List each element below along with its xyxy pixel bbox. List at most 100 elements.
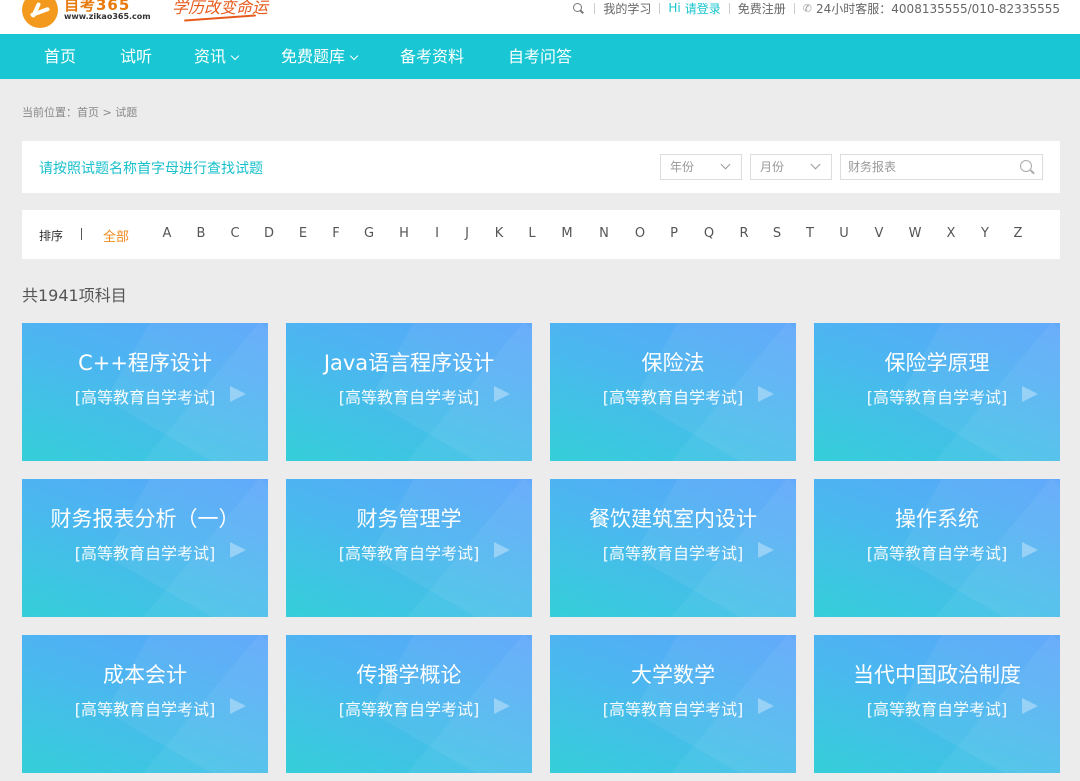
subject-card[interactable]: 保险学原理 [高等教育自学考试] [814,323,1060,461]
subject-card[interactable]: 传播学概论 [高等教育自学考试] [286,635,532,773]
letter-h[interactable]: H [394,226,414,241]
letter-r[interactable]: R [734,226,754,241]
subject-count: 共1941项科目 [22,286,127,305]
nav-item-question-bank[interactable]: 免费题库 [281,34,359,79]
hi-text: Hi [668,1,681,15]
letter-i[interactable]: I [427,226,447,241]
main-nav: 首页 试听 资讯 免费题库 备考资料 自考问答 [0,34,1080,79]
subject-title: 当代中国政治制度 [853,663,1021,687]
subject-title: 传播学概论 [356,663,462,687]
top-bar: 自考365 www.zikao365.com 学历改变命运 我的学习 Hi 请登… [0,0,1080,34]
subject-title: 财务管理学 [356,507,462,531]
chevron-down-icon [720,159,731,170]
subject-title: C++程序设计 [78,351,212,375]
subject-title: 保险法 [641,351,705,375]
play-icon [230,386,246,402]
nav-label: 免费题库 [281,47,346,66]
search-input[interactable]: 财务报表 [840,154,1043,180]
letter-all[interactable]: 全部 [101,226,131,245]
letter-v[interactable]: V [869,226,889,241]
login-link[interactable]: 请登录 [685,0,721,17]
nav-label: 自考问答 [508,47,573,66]
subject-card[interactable]: 成本会计 [高等教育自学考试] [22,635,268,773]
play-icon [230,698,246,714]
year-select[interactable]: 年份 [660,154,742,180]
letter-l[interactable]: L [522,226,542,241]
nav-label: 首页 [44,47,77,66]
subject-title: 餐饮建筑室内设计 [589,507,757,531]
subject-card[interactable]: 当代中国政治制度 [高等教育自学考试] [814,635,1060,773]
subject-card[interactable]: Java语言程序设计 [高等教育自学考试] [286,323,532,461]
letter-z[interactable]: Z [1008,226,1028,241]
letter-u[interactable]: U [834,226,854,241]
search-icon[interactable] [1020,160,1034,174]
top-links: 我的学习 Hi 请登录 免费注册 ✆ 24小时客服：4008135555/010… [572,0,1060,16]
chevron-down-icon [230,51,240,61]
subject-title: 大学数学 [631,663,715,687]
letter-c[interactable]: C [225,226,245,241]
letter-d[interactable]: D [259,226,279,241]
subject-card[interactable]: 保险法 [高等教育自学考试] [550,323,796,461]
play-icon [1022,698,1038,714]
divider [594,2,596,14]
filter-bar: 请按照试题名称首字母进行查找试题 年份 月份 财务报表 [22,141,1060,193]
subject-title: 成本会计 [103,663,187,687]
letter-filter-bar: 排序 全部 ABCDEFGHIJKLM N OPQRSTUV W XYZ [22,210,1060,259]
logo-icon[interactable] [22,0,58,28]
play-icon [494,542,510,558]
letter-t[interactable]: T [800,226,820,241]
letter-n[interactable]: N [594,226,614,241]
letter-m[interactable]: M [557,226,577,241]
subject-title: 保险学原理 [884,351,990,375]
filter-title: 请按照试题名称首字母进行查找试题 [39,161,263,177]
play-icon [494,698,510,714]
subject-title: 财务报表分析（一） [50,507,240,531]
play-icon [1022,386,1038,402]
service-hotline: 24小时客服：4008135555/010-82335555 [816,1,1060,16]
letter-j[interactable]: J [457,226,477,241]
letter-k[interactable]: K [489,226,509,241]
month-select[interactable]: 月份 [750,154,832,180]
year-select-label: 年份 [670,160,695,174]
letter-p[interactable]: P [664,226,684,241]
letter-q[interactable]: Q [699,226,719,241]
letter-s[interactable]: S [767,226,787,241]
subject-card[interactable]: 操作系统 [高等教育自学考试] [814,479,1060,617]
subject-card[interactable]: 餐饮建筑室内设计 [高等教育自学考试] [550,479,796,617]
play-icon [758,386,774,402]
letter-y[interactable]: Y [975,226,995,241]
subject-title: 操作系统 [895,507,979,531]
divider [659,2,661,14]
subject-card[interactable]: 大学数学 [高等教育自学考试] [550,635,796,773]
letter-f[interactable]: F [326,226,346,241]
register-link[interactable]: 免费注册 [738,0,786,17]
letter-w[interactable]: W [905,226,925,241]
nav-item-home[interactable]: 首页 [44,34,76,79]
play-icon [758,542,774,558]
logo-url: www.zikao365.com [64,12,151,21]
subject-title: Java语言程序设计 [323,351,495,375]
chevron-down-icon [810,159,821,170]
breadcrumb: 当前位置：首页 > 试题 [22,106,138,119]
subject-card[interactable]: 财务报表分析（一） [高等教育自学考试] [22,479,268,617]
letter-a[interactable]: A [157,226,177,241]
subject-card[interactable]: 财务管理学 [高等教育自学考试] [286,479,532,617]
chevron-down-icon [349,51,359,61]
letter-o[interactable]: O [630,226,650,241]
letter-b[interactable]: B [191,226,211,241]
sort-label: 排序 [39,229,64,243]
letter-x[interactable]: X [941,226,961,241]
nav-item-news[interactable]: 资讯 [194,34,240,79]
nav-label: 试听 [120,47,153,66]
subject-card[interactable]: C++程序设计 [高等教育自学考试] [22,323,268,461]
nav-item-materials[interactable]: 备考资料 [400,34,464,79]
nav-item-trial[interactable]: 试听 [120,34,152,79]
my-study-link[interactable]: 我的学习 [603,0,651,17]
divider [728,2,730,14]
nav-item-qa[interactable]: 自考问答 [508,34,572,79]
search-icon[interactable] [572,2,584,14]
letter-g[interactable]: G [359,226,379,241]
search-placeholder: 财务报表 [848,160,897,174]
play-icon [230,542,246,558]
letter-e[interactable]: E [293,226,313,241]
